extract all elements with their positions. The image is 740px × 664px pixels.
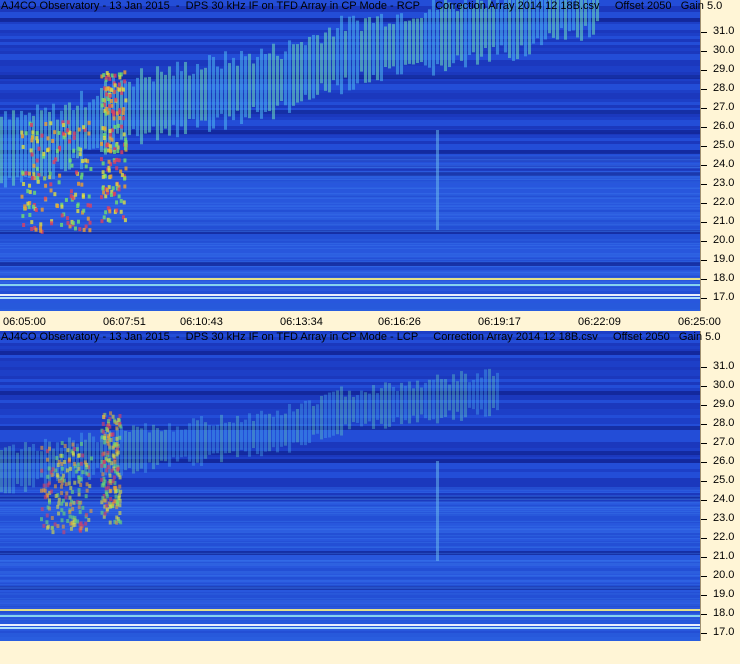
lcp-frequency-axis: 31.0 30.0 29.0 28.0 27.0 26.0 25.0 24.0 23.0 22.0… — [700, 331, 740, 641]
time-axis: 06:05:00 06:07:51 06:10:43 06:13:34 06:16:26… — [0, 311, 721, 331]
time-tick: 06:19:17 — [478, 316, 521, 328]
time-tick: 06:10:43 — [180, 316, 223, 328]
time-tick: 06:13:34 — [280, 316, 323, 328]
offset-label: Offset 2050 — [613, 331, 670, 343]
time-tick: 06:25:00 — [678, 316, 721, 328]
rcp-panel: AJ4CO Observatory - 13 Jan 2015 - DPS 30… — [0, 0, 740, 331]
time-tick: 06:05:00 — [3, 316, 46, 328]
date-label: 13 Jan 2015 — [109, 0, 170, 12]
lcp-panel: AJ4CO Observatory - 13 Jan 2015 - DPS 30… — [0, 331, 740, 664]
gain-label: Gain 5.0 — [678, 331, 721, 343]
observatory-label: AJ4CO Observatory — [1, 331, 100, 343]
description-label: DPS 30 kHz IF on TFD Array in CP Mode - … — [185, 0, 420, 12]
time-tick: 06:16:26 — [378, 316, 421, 328]
observatory-label: AJ4CO Observatory — [1, 0, 100, 12]
correction-label: Correction Array 2014 12 18B.csv — [433, 331, 598, 343]
time-tick: 06:07:51 — [103, 316, 146, 328]
gain-label: Gain 5.0 — [680, 0, 723, 12]
rcp-header: AJ4CO Observatory - 13 Jan 2015 - DPS 30… — [1, 0, 723, 12]
offset-label: Offset 2050 — [614, 0, 672, 12]
correction-label: Correction Array 2014 12 18B.csv — [435, 0, 600, 12]
lcp-spectrogram — [0, 331, 700, 641]
time-tick: 06:22:09 — [578, 316, 621, 328]
date-label: 13 Jan 2015 — [109, 331, 170, 343]
description-label: DPS 30 kHz IF on TFD Array in CP Mode - … — [185, 331, 418, 343]
rcp-spectrogram — [0, 0, 700, 311]
lcp-header: AJ4CO Observatory - 13 Jan 2015 - DPS 30… — [1, 331, 721, 343]
rcp-frequency-axis: 31.0 30.0 29.0 28.0 27.0 26.0 25.0 24.0 23.0 22.0… — [700, 0, 740, 311]
